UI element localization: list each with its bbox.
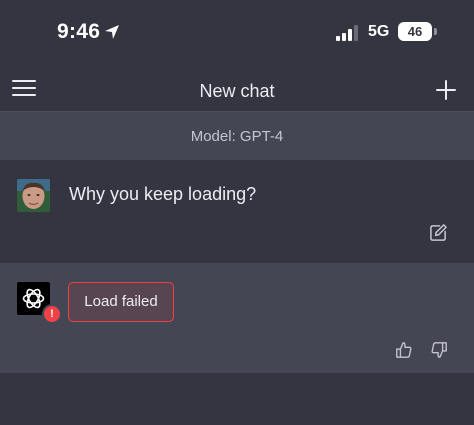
plus-icon[interactable] (436, 80, 456, 100)
cellular-signal-icon (336, 25, 360, 41)
location-arrow-icon (105, 25, 119, 39)
model-bar: Model: GPT-4 (0, 112, 474, 160)
status-time: 9:46 (57, 20, 101, 43)
nav-bar: New chat (0, 64, 474, 112)
message-text: Why you keep loading? (69, 184, 257, 204)
edit-icon[interactable] (429, 223, 448, 242)
model-label: Model: GPT-4 (190, 128, 284, 145)
user-message: Why you keep loading? (0, 161, 474, 262)
network-type: 5G (368, 23, 390, 40)
error-badge-icon: ! (42, 304, 62, 324)
thumbs-down-icon[interactable] (430, 341, 448, 359)
error-message-box: Load failed (68, 282, 174, 322)
avatar (17, 179, 50, 212)
page-title: New chat (199, 81, 275, 101)
bottom-area (0, 373, 474, 425)
battery-icon: 46 (398, 22, 432, 41)
thumbs-up-icon[interactable] (395, 341, 413, 359)
battery-cap (434, 28, 437, 35)
battery-level: 46 (407, 24, 423, 39)
assistant-message: ! Load failed (0, 263, 474, 373)
status-bar: 9:46 5G 46 (0, 0, 474, 64)
error-message-text: Load failed (84, 293, 158, 310)
